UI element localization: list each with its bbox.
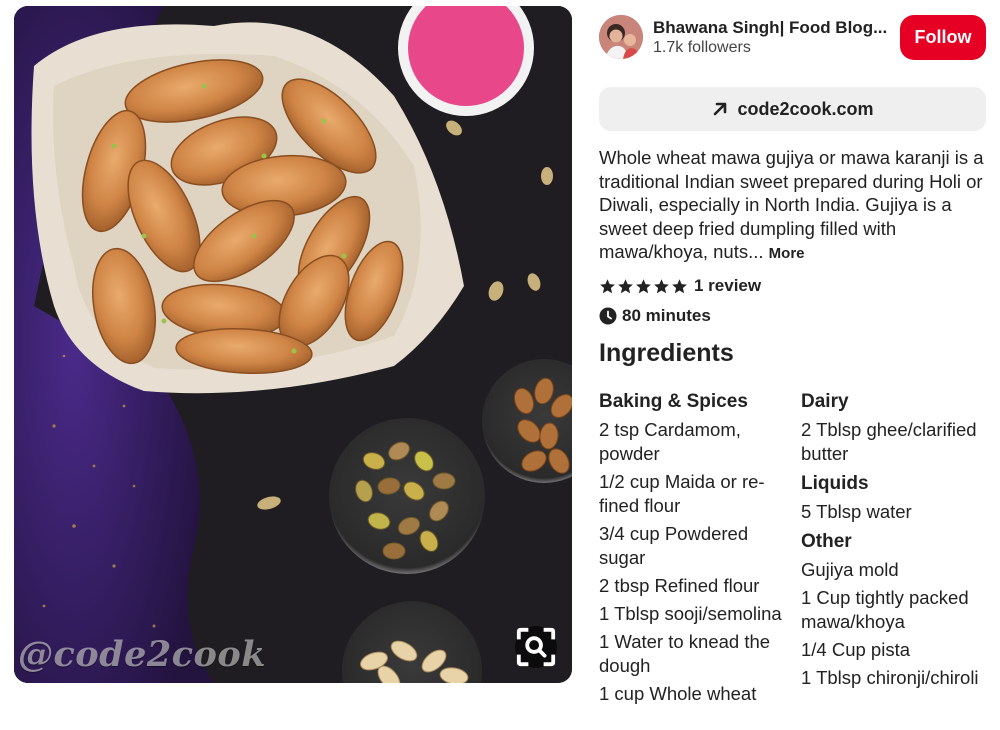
clock-icon: [599, 307, 617, 325]
ingredient-item: 1 Cup tightly packed mawa/khoya: [801, 587, 969, 632]
avatar-image: [599, 15, 643, 59]
ingredient-item: 5 Tblsp water: [801, 501, 912, 522]
ingredient-item: 1 Tblsp chironji/chiroli: [801, 667, 979, 688]
ingredient-item: 3/4 cup Powdered sugar: [599, 523, 749, 568]
ingredient-item: 2 tsp Cardamom, powder: [599, 419, 741, 464]
star-icon: [654, 278, 669, 293]
pin-image[interactable]: @code2cook: [14, 6, 572, 683]
ingredients-column-left: Baking & Spices 2 tsp Cardamom, powder 1…: [599, 390, 784, 710]
star-rating: [599, 278, 688, 295]
rating-row[interactable]: 1 review: [599, 276, 761, 296]
pin-description: Whole wheat mawa gujiya or mawa karanji …: [599, 146, 989, 266]
image-watermark: @code2cook: [18, 634, 267, 675]
ingredient-section-title: Liquids: [801, 473, 869, 494]
more-link[interactable]: More: [769, 245, 805, 262]
arrow-up-right-icon: [714, 102, 727, 116]
ingredient-item: 1 Water to knead the dough: [599, 631, 771, 676]
ingredient-section-title: Baking & Spices: [599, 391, 748, 412]
ingredient-item: 1/4 Cup pista: [801, 639, 911, 660]
cook-time-label: 80 minutes: [622, 306, 711, 325]
ingredient-item: 2 Tblsp ghee/clari­fied butter: [801, 419, 977, 464]
cook-time: 80 minutes: [599, 306, 711, 326]
creator-avatar[interactable]: [599, 15, 643, 59]
ingredient-item: 1/2 cup Maida or re­fined flour: [599, 471, 765, 516]
star-icon: [600, 278, 615, 293]
ingredients-column-right: Dairy 2 Tblsp ghee/clari­fied butter Liq…: [801, 390, 986, 694]
creator-name[interactable]: Bhawana Singh| Food Blog...: [653, 18, 887, 38]
review-count[interactable]: 1 review: [694, 276, 761, 296]
star-icon: [618, 278, 633, 293]
ingredient-section-title: Other: [801, 531, 852, 552]
follow-button[interactable]: Follow: [900, 15, 986, 60]
visual-search-icon: [516, 627, 556, 667]
star-icon: [636, 278, 651, 293]
ingredient-item: 1 Tblsp sooji/semolina: [599, 603, 782, 624]
ingredient-section-title: Dairy: [801, 391, 849, 412]
star-icon: [672, 278, 687, 293]
ingredients-heading: Ingredients: [599, 339, 734, 367]
ingredient-item: 1 cup Whole wheat: [599, 683, 757, 704]
ingredient-item: 2 tbsp Refined flour: [599, 575, 760, 596]
food-photo: [14, 6, 572, 683]
follower-count: 1.7k followers: [653, 39, 751, 56]
visual-search-button[interactable]: [515, 626, 557, 668]
ingredient-item: Gujiya mold: [801, 559, 899, 580]
site-link-text: code2cook.com: [737, 98, 874, 119]
visit-site-button[interactable]: code2cook.com: [599, 87, 986, 131]
